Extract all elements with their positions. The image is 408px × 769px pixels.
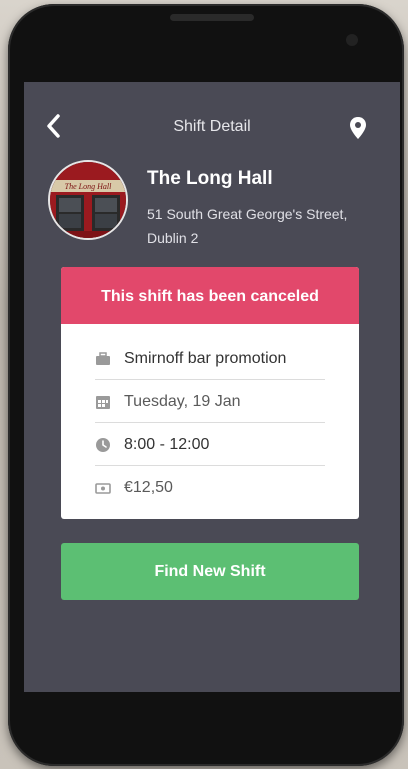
detail-row-time: 8:00 - 12:00 (95, 423, 325, 466)
phone-frame: Shift Detail The Long Hall The Long Hall… (8, 4, 404, 766)
venue-sign-text: The Long Hall (65, 182, 112, 191)
speaker-grille (170, 14, 254, 21)
cash-icon (95, 483, 111, 494)
shift-role: Smirnoff bar promotion (124, 350, 287, 367)
page-title: Shift Detail (173, 118, 251, 135)
detail-row-pay: €12,50 (95, 466, 325, 508)
canceled-banner: This shift has been canceled (61, 267, 359, 324)
address-line-2: Dublin 2 (147, 230, 199, 246)
calendar-icon (96, 396, 110, 409)
map-location-button[interactable] (348, 116, 368, 140)
venue-name: The Long Hall (147, 168, 273, 189)
shift-card: This shift has been canceled Smirnoff ba… (61, 267, 359, 519)
front-camera (346, 34, 358, 46)
clock-icon (96, 438, 110, 452)
find-new-shift-button[interactable]: Find New Shift (61, 543, 359, 600)
shift-pay: €12,50 (124, 479, 173, 496)
shift-time: 8:00 - 12:00 (124, 436, 210, 453)
app-screen: Shift Detail The Long Hall The Long Hall… (24, 82, 400, 692)
address-line-1: 51 South Great George's Street, (147, 206, 348, 222)
shift-date: Tuesday, 19 Jan (124, 393, 241, 410)
venue-avatar: The Long Hall (48, 160, 128, 240)
map-pin-icon (350, 117, 366, 139)
detail-row-date: Tuesday, 19 Jan (95, 380, 325, 423)
detail-row-role: Smirnoff bar promotion (95, 337, 325, 380)
briefcase-icon (96, 352, 110, 365)
top-bar: Shift Detail (24, 82, 400, 140)
venue-address: 51 South Great George's Street, Dublin 2 (147, 202, 387, 250)
